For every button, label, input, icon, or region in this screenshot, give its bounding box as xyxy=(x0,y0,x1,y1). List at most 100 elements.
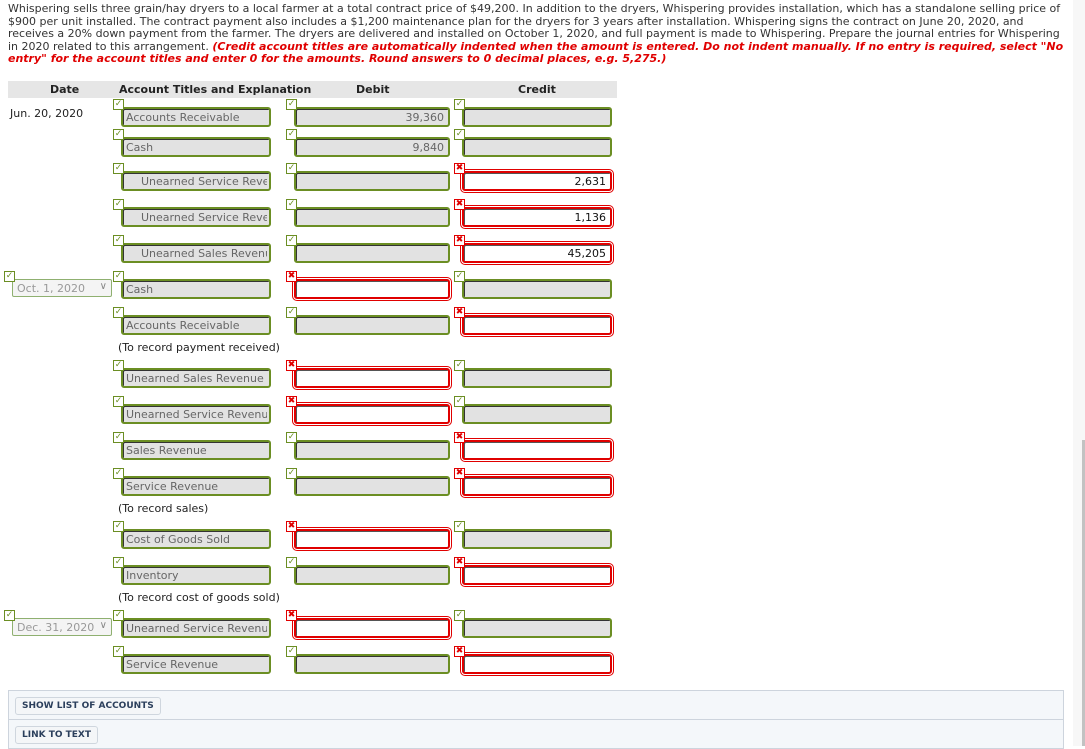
check-icon: ✓ xyxy=(286,557,297,568)
credit-input[interactable]: 1,136 xyxy=(460,205,614,229)
header-credit: Credit xyxy=(518,83,556,96)
credit-input[interactable] xyxy=(462,137,612,157)
debit-input[interactable] xyxy=(294,440,450,460)
check-icon: ✓ xyxy=(286,163,297,174)
account-title-input-value: Unearned Service Reve xyxy=(141,175,267,188)
x-icon: ✖ xyxy=(286,271,297,282)
account-title-input[interactable]: Accounts Receivable xyxy=(121,107,271,127)
check-icon: ✓ xyxy=(113,396,124,407)
credit-input[interactable] xyxy=(460,652,614,676)
debit-input[interactable] xyxy=(294,207,450,227)
entry-explanation: (To record cost of goods sold) xyxy=(118,591,280,604)
check-icon: ✓ xyxy=(113,360,124,371)
entry-date: Jun. 20, 2020 xyxy=(10,107,84,120)
date-select-value: Dec. 31, 2020 xyxy=(17,621,95,634)
account-title-input[interactable]: Inventory xyxy=(121,565,271,585)
debit-input[interactable] xyxy=(292,277,452,301)
check-icon: ✓ xyxy=(454,396,465,407)
credit-input[interactable] xyxy=(462,618,612,638)
link-to-text-button[interactable]: LINK TO TEXT xyxy=(15,726,99,744)
credit-input[interactable] xyxy=(462,107,612,127)
debit-input[interactable] xyxy=(292,402,452,426)
debit-input[interactable]: 39,360 xyxy=(294,107,450,127)
date-select[interactable]: Dec. 31, 2020 ∨ xyxy=(12,618,112,636)
account-title-input[interactable]: Accounts Receivable xyxy=(121,315,271,335)
account-title-input-value: Unearned Service Revenue xyxy=(126,408,267,421)
x-icon: ✖ xyxy=(454,235,465,246)
account-title-input[interactable]: Unearned Sales Revenue xyxy=(121,368,271,388)
check-icon: ✓ xyxy=(113,99,124,110)
account-title-input-value: Accounts Receivable xyxy=(126,319,240,332)
credit-input[interactable] xyxy=(462,529,612,549)
credit-input[interactable] xyxy=(462,404,612,424)
check-icon: ✓ xyxy=(286,99,297,110)
show-list-of-accounts-button[interactable]: SHOW LIST OF ACCOUNTS xyxy=(15,697,161,715)
x-icon: ✖ xyxy=(454,646,465,657)
chevron-down-icon: ∨ xyxy=(99,620,107,631)
x-icon: ✖ xyxy=(454,199,465,210)
debit-input[interactable] xyxy=(292,616,452,640)
credit-input[interactable] xyxy=(460,474,614,498)
check-icon: ✓ xyxy=(113,271,124,282)
account-title-input-value: Unearned Sales Revenue xyxy=(126,372,264,385)
account-title-input-value: Unearned Service Reve xyxy=(141,211,267,224)
x-icon: ✖ xyxy=(454,557,465,568)
account-title-input[interactable]: Unearned Service Reve xyxy=(121,171,271,191)
x-icon: ✖ xyxy=(454,468,465,479)
account-title-input[interactable]: Sales Revenue xyxy=(121,440,271,460)
credit-input[interactable] xyxy=(460,438,614,462)
date-select[interactable]: Oct. 1, 2020 ∨ xyxy=(12,279,112,297)
check-icon: ✓ xyxy=(113,129,124,140)
check-icon: ✓ xyxy=(4,271,15,282)
debit-input-value: 9,840 xyxy=(412,141,445,154)
credit-input[interactable] xyxy=(462,279,612,299)
account-title-input[interactable]: Unearned Service Revenue xyxy=(121,404,271,424)
credit-input[interactable]: 2,631 xyxy=(460,169,614,193)
debit-input[interactable] xyxy=(294,171,450,191)
debit-input[interactable] xyxy=(294,315,450,335)
account-title-input-value: Sales Revenue xyxy=(126,444,207,457)
credit-input-value: 45,205 xyxy=(567,247,607,260)
check-icon: ✓ xyxy=(113,610,124,621)
credit-input[interactable] xyxy=(462,368,612,388)
debit-input[interactable] xyxy=(292,527,452,551)
account-title-input[interactable]: Unearned Service Revenue xyxy=(121,618,271,638)
credit-input[interactable] xyxy=(460,313,614,337)
check-icon: ✓ xyxy=(286,129,297,140)
credit-input-value: 2,631 xyxy=(574,175,607,188)
check-icon: ✓ xyxy=(286,235,297,246)
debit-input[interactable] xyxy=(294,476,450,496)
account-title-input-value: Unearned Sales Revenu xyxy=(141,247,267,260)
account-title-input[interactable]: Unearned Sales Revenu xyxy=(121,243,271,263)
x-icon: ✖ xyxy=(454,432,465,443)
check-icon: ✓ xyxy=(286,307,297,318)
check-icon: ✓ xyxy=(113,521,124,532)
account-title-input[interactable]: Service Revenue xyxy=(121,476,271,496)
account-title-input-value: Inventory xyxy=(126,569,179,582)
debit-input[interactable] xyxy=(292,366,452,390)
debit-input[interactable]: 9,840 xyxy=(294,137,450,157)
account-title-input[interactable]: Cash xyxy=(121,279,271,299)
date-select-value: Oct. 1, 2020 xyxy=(17,282,85,295)
check-icon: ✓ xyxy=(113,163,124,174)
debit-input[interactable] xyxy=(294,565,450,585)
account-title-input[interactable]: Cost of Goods Sold xyxy=(121,529,271,549)
account-title-input-value: Cash xyxy=(126,141,154,154)
check-icon: ✓ xyxy=(113,235,124,246)
debit-input[interactable] xyxy=(294,243,450,263)
chevron-down-icon: ∨ xyxy=(99,281,107,292)
check-icon: ✓ xyxy=(113,199,124,210)
account-title-input[interactable]: Service Revenue xyxy=(121,654,271,674)
credit-input[interactable] xyxy=(460,563,614,587)
debit-input[interactable] xyxy=(294,654,450,674)
check-icon: ✓ xyxy=(286,432,297,443)
credit-input[interactable]: 45,205 xyxy=(460,241,614,265)
account-title-input[interactable]: Cash xyxy=(121,137,271,157)
account-title-input-value: Service Revenue xyxy=(126,658,219,671)
check-icon: ✓ xyxy=(454,129,465,140)
debit-input-value: 39,360 xyxy=(405,111,445,124)
account-title-input[interactable]: Unearned Service Reve xyxy=(121,207,271,227)
credit-input-value: 1,136 xyxy=(574,211,607,224)
entry-explanation: (To record sales) xyxy=(118,502,209,515)
account-title-input-value: Service Revenue xyxy=(126,480,219,493)
